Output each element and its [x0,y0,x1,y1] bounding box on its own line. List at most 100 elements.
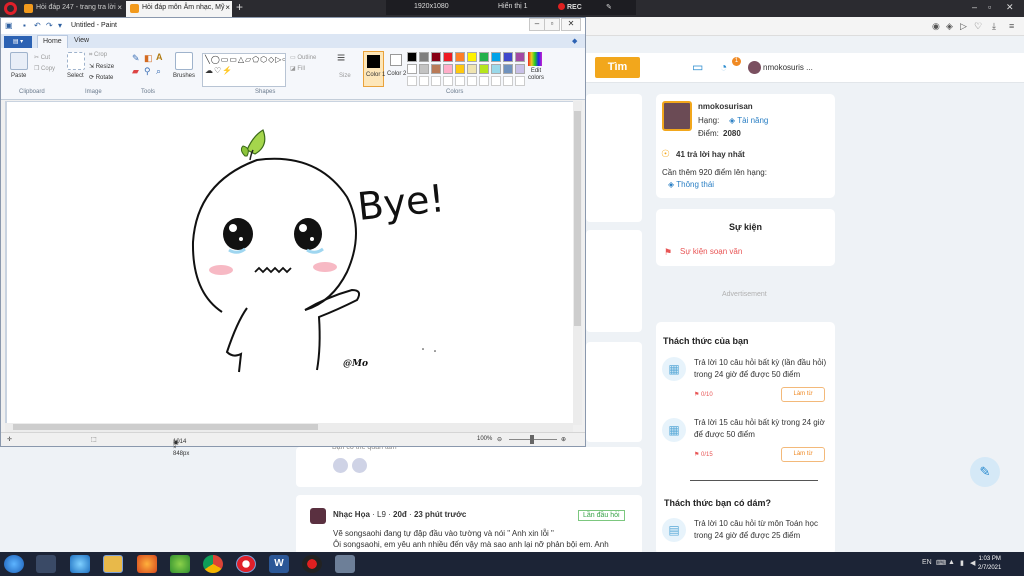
file-explorer-icon[interactable] [103,555,123,573]
palette-swatch[interactable] [443,64,453,74]
word-icon[interactable]: W [269,555,289,573]
camera-icon[interactable]: ◉ [932,21,940,32]
outline-button[interactable]: ▭ Outline [290,54,316,61]
close-icon[interactable]: ✕ [561,18,581,31]
paint-icon[interactable] [335,555,355,573]
utility-app-icon[interactable] [170,555,190,573]
custom-color-slot[interactable] [479,76,489,86]
save-icon[interactable]: ▪ [23,21,26,30]
custom-color-slot[interactable] [491,76,501,86]
zoom-out-icon[interactable]: ⊖ [497,436,502,443]
language-indicator[interactable]: EN [922,559,932,566]
tab-hoidap-amnhac[interactable]: Hỏi đáp môn Âm nhạc, Mỹ × [126,1,232,17]
palette-swatch[interactable] [467,64,477,74]
profile-username[interactable]: nmokosurisan [698,102,753,111]
customize-icon[interactable]: ▾ [58,21,62,30]
shield-icon[interactable]: ◈ [946,21,953,32]
recorder-icon[interactable] [302,555,322,573]
pen-icon[interactable]: ✎ [606,3,612,11]
close-window-icon[interactable]: ✕ [1006,2,1014,13]
magnifier-icon[interactable]: ⌕ [156,66,161,77]
palette-swatch[interactable] [431,64,441,74]
copy-button[interactable]: ❐ Copy [34,65,55,72]
edit-colors-icon[interactable] [528,52,542,66]
palette-swatch[interactable] [479,52,489,62]
maximize-icon[interactable]: ▫ [544,18,560,31]
drawing-canvas[interactable]: Bye! @Mo [7,102,573,424]
select-icon[interactable] [67,52,85,70]
tray-arrow-icon[interactable]: ▲ [948,559,955,566]
custom-color-slot[interactable] [407,76,417,86]
palette-swatch[interactable] [515,52,525,62]
fill-bucket-icon[interactable]: ◧ [144,53,153,64]
palette-swatch[interactable] [491,64,501,74]
size-label[interactable]: Size [339,73,351,79]
start-button[interactable] [4,555,24,573]
custom-color-slot[interactable] [467,76,477,86]
ask-question-fab-icon[interactable]: ✎ [970,457,1000,487]
minimize-icon[interactable]: – [972,2,977,12]
undo-icon[interactable]: ↶ [34,21,41,30]
palette-swatch[interactable] [503,64,513,74]
cut-button[interactable]: ✂ Cut [34,54,50,61]
zoom-in-icon[interactable]: ⊕ [561,436,566,443]
avatar[interactable] [310,508,326,524]
zoom-slider-handle[interactable] [530,435,534,444]
horizontal-scrollbar[interactable] [5,423,573,432]
color1-button[interactable]: Color 1 [363,51,385,87]
network-icon[interactable]: ▮ [960,559,964,567]
edit-colors-label[interactable]: Edit colors [525,68,547,82]
play-icon[interactable]: ▷ [960,21,967,32]
custom-color-slot[interactable] [431,76,441,86]
internet-explorer-icon[interactable] [70,555,90,573]
rec-indicator[interactable]: REC [558,3,582,11]
scroll-thumb[interactable] [13,424,318,430]
palette-swatch[interactable] [479,64,489,74]
new-tab-button[interactable]: + [236,0,243,14]
download-icon[interactable]: ⤓ [992,21,996,32]
resize-button[interactable]: ⇲ Resize [89,63,114,70]
keyboard-icon[interactable]: ⌨ [936,559,946,567]
shapes-gallery[interactable]: ╲◯▭▭△▱⬠⬡◇▷⇨⇦⇧⇩✦✧☆✶▭◯☁♡⚡ [202,53,286,87]
search-button[interactable]: Tìm [595,57,640,78]
chat-icon[interactable]: ▭ [692,60,703,74]
post-author[interactable]: Nhạc Họa [333,510,370,519]
custom-color-slot[interactable] [515,76,525,86]
palette-swatch[interactable] [515,64,525,74]
palette-swatch[interactable] [419,52,429,62]
select-label[interactable]: Select [67,73,84,79]
palette-swatch[interactable] [455,64,465,74]
line-size-icon[interactable]: ≡ [337,50,345,64]
volume-icon[interactable]: ◀ [970,559,975,567]
event-item[interactable]: Sự kiện soạn văn [680,247,742,256]
brushes-icon[interactable] [175,52,193,70]
firefox-icon[interactable] [137,555,157,573]
next-rank-name[interactable]: ◈ Thông thái [668,180,714,189]
challenge-start-button[interactable]: Làm từ [781,447,825,462]
palette-swatch[interactable] [455,52,465,62]
palette-swatch[interactable] [467,52,477,62]
tab-hoidap-247[interactable]: Hỏi đáp 247 - trang tra lời × [20,1,124,17]
palette-swatch[interactable] [491,52,501,62]
maximize-icon[interactable]: ▫ [988,2,991,12]
chrome-icon[interactable] [203,555,223,573]
minimize-icon[interactable]: – [529,18,545,31]
palette-swatch[interactable] [443,52,453,62]
palette-swatch[interactable] [407,64,417,74]
paint-app-icon[interactable]: ▣ [5,21,13,30]
tab-home[interactable]: Home [37,35,68,48]
bell-icon[interactable]: ◔ [720,60,727,74]
paste-label[interactable]: Paste [11,73,26,79]
media-player-icon[interactable] [36,555,56,573]
menu-icon[interactable]: ≡ [1009,21,1014,31]
palette-swatch[interactable] [431,52,441,62]
scroll-thumb[interactable] [574,111,581,326]
eraser-icon[interactable]: ▰ [132,66,139,77]
heart-icon[interactable]: ♡ [974,21,982,32]
text-tool-icon[interactable]: A [156,52,163,62]
rotate-button[interactable]: ⟳ Rotate [89,74,113,81]
profile-avatar[interactable] [662,101,692,131]
pencil-icon[interactable]: ✎ [132,53,140,64]
opera-icon[interactable] [236,555,256,573]
user-menu[interactable]: nmokosuris ... [748,61,813,74]
